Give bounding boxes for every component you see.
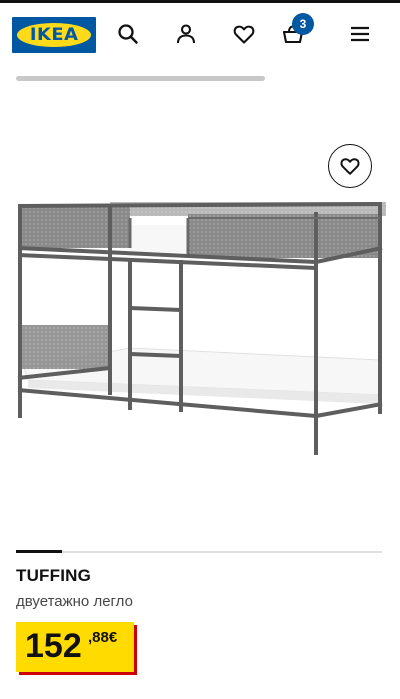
search-icon[interactable] — [116, 22, 140, 46]
price-tag: 152 ,88€ — [16, 622, 134, 672]
product-image-bunk-bed[interactable] — [0, 190, 400, 470]
price-integer: 152 — [25, 627, 82, 665]
menu-icon[interactable] — [348, 22, 372, 46]
carousel-position[interactable] — [16, 550, 62, 553]
cart-count-badge: 3 — [292, 13, 314, 35]
image-scroll-indicator — [16, 76, 265, 81]
logo-text: IKEA — [29, 25, 79, 45]
user-icon[interactable] — [174, 22, 198, 46]
ikea-logo[interactable]: IKEA — [12, 17, 96, 53]
top-navigation-bar: IKEA 3 — [0, 0, 400, 62]
product-name[interactable]: TUFFING — [16, 566, 91, 586]
logo-oval: IKEA — [17, 23, 91, 47]
add-to-favourites-button[interactable] — [328, 144, 372, 188]
product-description: двуетажно легло — [16, 593, 133, 610]
heart-icon[interactable] — [232, 22, 256, 46]
price-decimal: ,88€ — [88, 629, 118, 646]
heart-icon — [340, 158, 360, 175]
carousel-track — [16, 551, 382, 553]
